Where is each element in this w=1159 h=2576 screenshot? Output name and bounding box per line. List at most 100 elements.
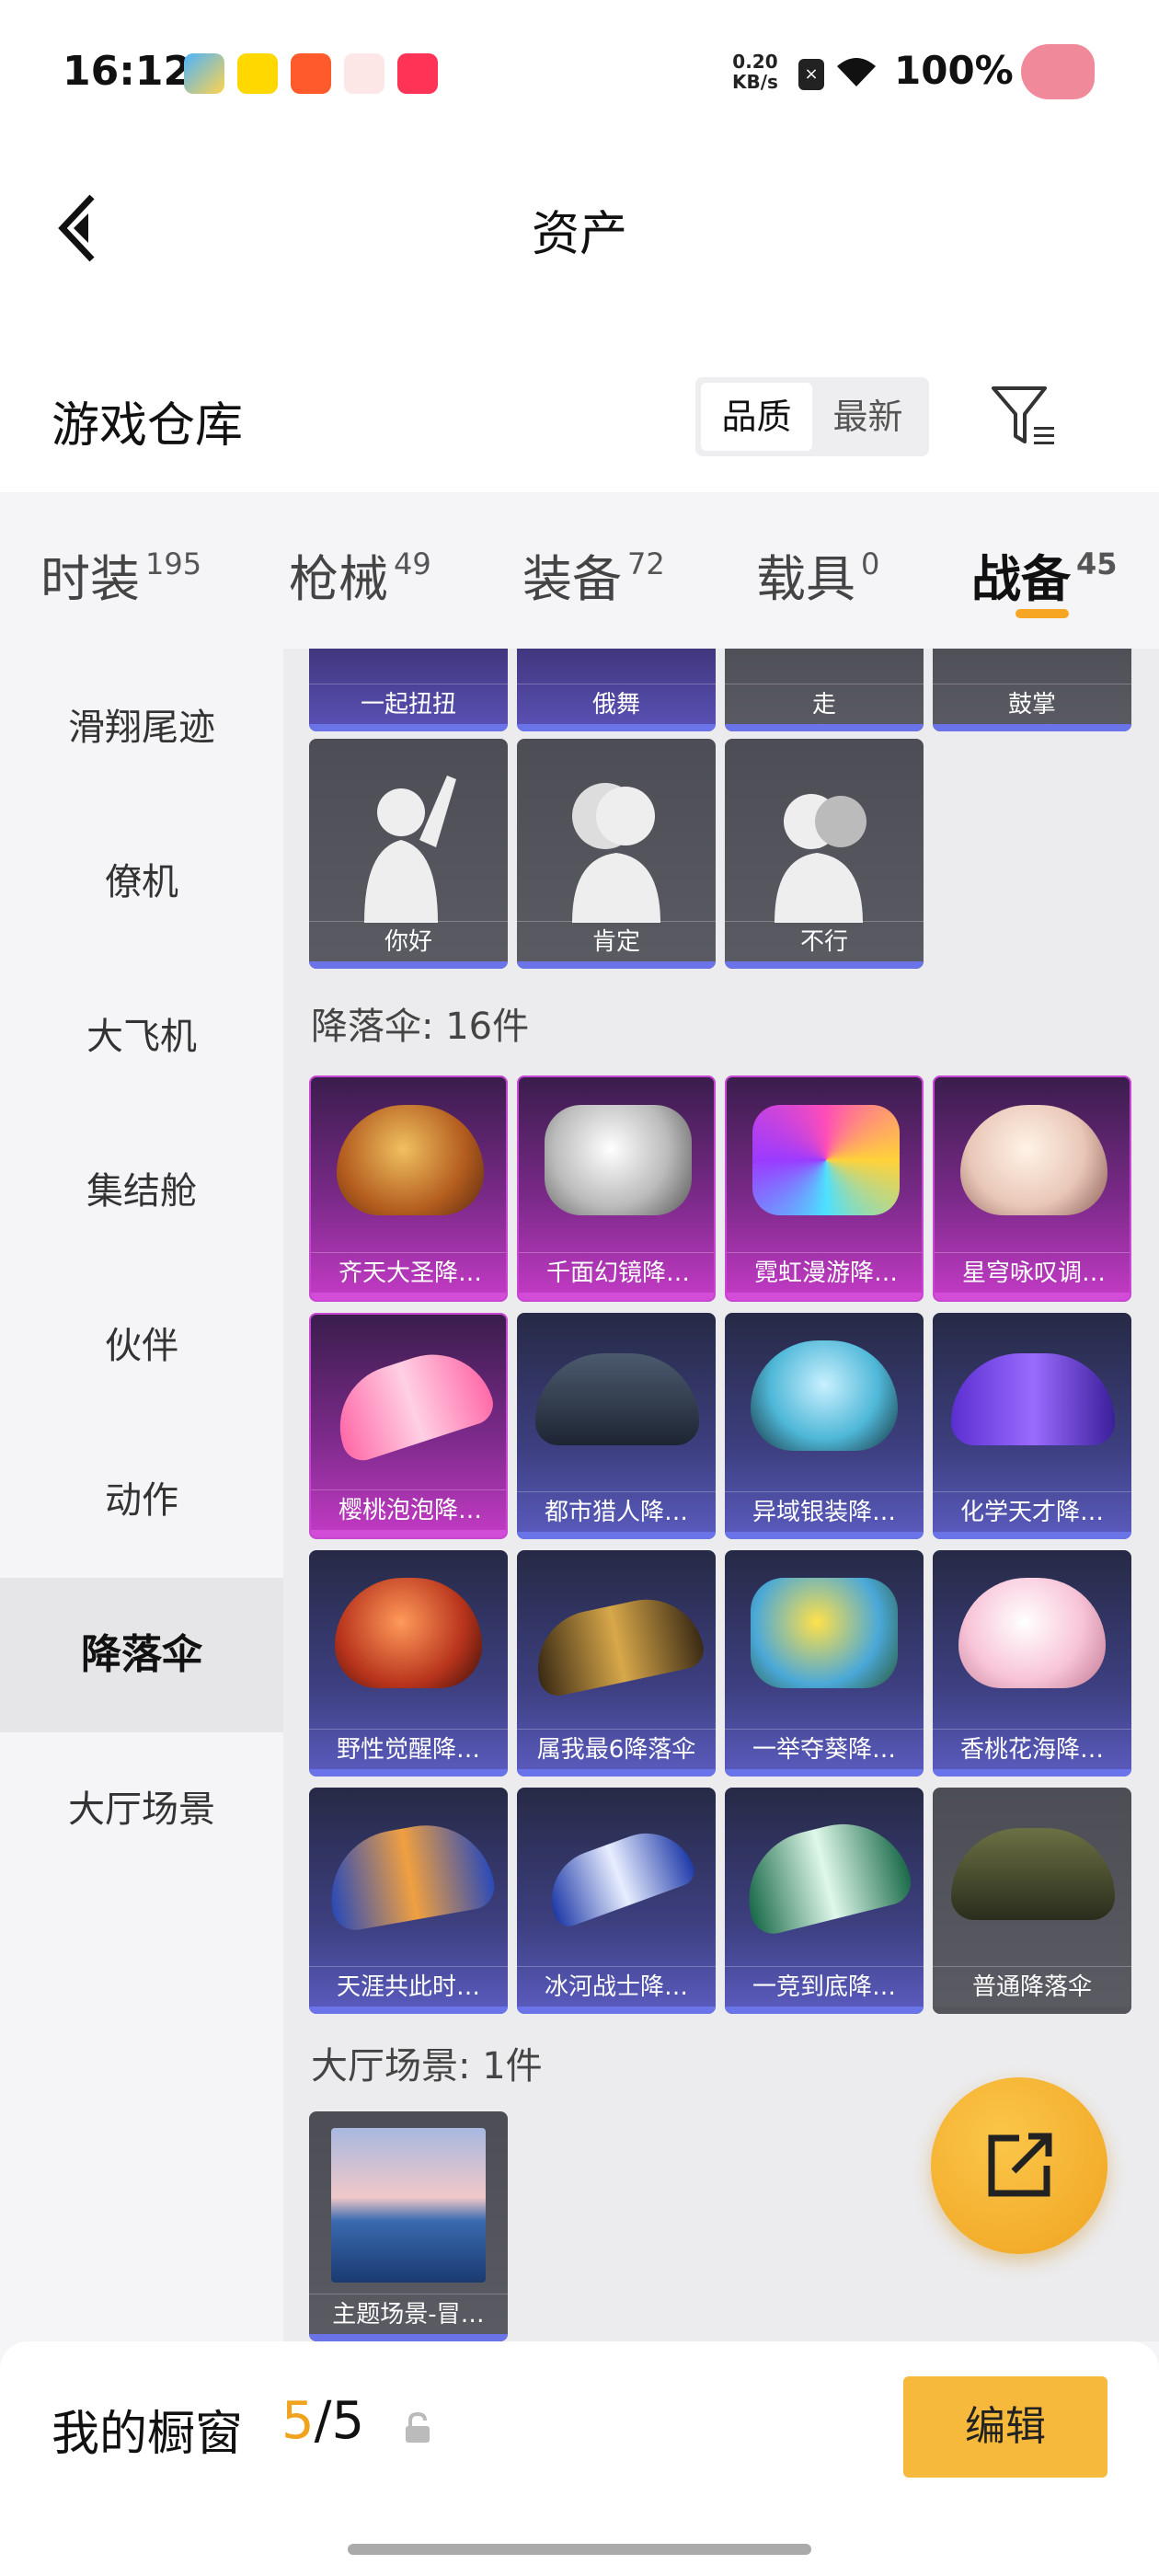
sim-icon: × <box>798 59 824 90</box>
rarity-bar <box>933 1532 1131 1539</box>
sidebar-item-big-plane[interactable]: 大飞机 <box>0 960 283 1114</box>
sidebar-item-wingman[interactable]: 僚机 <box>0 805 283 960</box>
app-notification-icon <box>184 53 224 94</box>
parachute-card[interactable]: 化学天才降… <box>933 1313 1131 1539</box>
tab-equipment[interactable]: 装备 72 <box>522 538 665 611</box>
tab-label: 枪械 <box>289 550 388 608</box>
rarity-bar <box>309 961 508 969</box>
tab-vehicles[interactable]: 载具 0 <box>756 538 879 611</box>
warehouse-header: 游戏仓库 品质 最新 <box>0 340 1159 492</box>
rarity-bar <box>725 724 924 731</box>
parachute-card[interactable]: 天涯共此时… <box>309 1788 508 2014</box>
sidebar-item-actions[interactable]: 动作 <box>0 1423 283 1578</box>
parachute-card[interactable]: 都市猎人降… <box>517 1313 716 1539</box>
parachute-art <box>311 1077 506 1254</box>
sidebar-item-companion[interactable]: 伙伴 <box>0 1269 283 1423</box>
parachute-card[interactable]: 属我最6降落伞 <box>517 1550 716 1777</box>
card-label: 冰河战士降… <box>517 1966 716 2007</box>
parachute-art <box>727 1077 922 1254</box>
parachute-card[interactable]: 霓虹漫游降… <box>725 1075 924 1302</box>
card-label: 星穹咏叹调… <box>935 1252 1130 1293</box>
tab-label: 战备 <box>971 550 1071 608</box>
parachute-card[interactable]: 冰河战士降… <box>517 1788 716 2014</box>
card-label: 普通降落伞 <box>933 1966 1131 2007</box>
tab-combat-gear[interactable]: 战备 45 <box>971 538 1118 611</box>
card-label: 鼓掌 <box>933 684 1131 724</box>
action-card[interactable]: 肯定 <box>517 739 716 969</box>
edit-button[interactable]: 编辑 <box>903 2376 1107 2478</box>
rarity-bar <box>311 1293 506 1300</box>
parachute-card[interactable]: 普通降落伞 <box>933 1788 1131 2014</box>
parachute-card[interactable]: 齐天大圣降… <box>309 1075 508 1302</box>
rarity-bar <box>517 1532 716 1539</box>
card-label: 樱桃泡泡降… <box>311 1489 506 1530</box>
group-title-parachute: 降落伞: 16件 <box>311 1006 530 1048</box>
action-card[interactable]: 一起扭扭 <box>309 649 508 731</box>
app-notification-icon <box>237 53 278 94</box>
action-card[interactable]: 走 <box>725 649 924 731</box>
active-tab-indicator <box>1016 609 1069 618</box>
sidebar-item-parachute[interactable]: 降落伞 <box>0 1578 283 1732</box>
sort-latest-button[interactable]: 最新 <box>812 383 924 451</box>
parachute-art <box>517 1313 716 1493</box>
card-label: 异域银装降… <box>725 1491 924 1532</box>
rarity-bar <box>519 1293 714 1300</box>
showcase-bar: 我的橱窗 5/5 编辑 <box>0 2341 1159 2576</box>
app-notification-icon <box>291 53 331 94</box>
parachute-card[interactable]: 一举夺葵降… <box>725 1550 924 1777</box>
lock-icon <box>403 2411 432 2444</box>
lobby-scene-art <box>309 2111 508 2295</box>
card-label: 肯定 <box>517 921 716 961</box>
parachute-art <box>517 1550 716 1731</box>
card-label: 天涯共此时… <box>309 1966 508 2007</box>
share-icon <box>988 2133 1052 2197</box>
action-card[interactable]: 俄舞 <box>517 649 716 731</box>
parachute-card[interactable]: 香桃花海降… <box>933 1550 1131 1777</box>
battery-level: 100% <box>894 48 1014 93</box>
rarity-bar <box>933 2007 1131 2014</box>
action-card[interactable]: 不行 <box>725 739 924 969</box>
action-art <box>309 739 508 923</box>
net-speed: 0.20 KB/s <box>732 52 778 92</box>
rarity-bar <box>311 1530 506 1537</box>
parachute-art <box>311 1315 506 1491</box>
showcase-count: 5/5 <box>281 2391 364 2451</box>
sort-quality-button[interactable]: 品质 <box>701 383 812 451</box>
parachute-card[interactable]: 一竞到底降… <box>725 1788 924 2014</box>
parachute-card[interactable]: 异域银装降… <box>725 1313 924 1539</box>
app-notification-icon <box>344 53 384 94</box>
card-label: 你好 <box>309 921 508 961</box>
card-label: 主题场景-冒… <box>309 2294 508 2334</box>
lobby-scene-card[interactable]: 主题场景-冒… <box>309 2111 508 2341</box>
rarity-bar <box>309 2007 508 2014</box>
rarity-bar <box>725 1769 924 1777</box>
tab-label: 载具 <box>756 550 855 608</box>
showcase-title: 我的橱窗 <box>52 2407 244 2462</box>
share-button[interactable] <box>931 2077 1107 2254</box>
action-card[interactable]: 鼓掌 <box>933 649 1131 731</box>
tab-label: 装备 <box>522 550 622 608</box>
parachute-card[interactable]: 千面幻镜降… <box>517 1075 716 1302</box>
parachute-card[interactable]: 野性觉醒降… <box>309 1550 508 1777</box>
action-card[interactable]: 你好 <box>309 739 508 969</box>
sidebar-item-lobby-scene[interactable]: 大厅场景 <box>0 1732 283 1887</box>
tab-fashion[interactable]: 时装 195 <box>40 538 201 611</box>
status-time: 16:12 <box>63 48 192 95</box>
card-label: 一起扭扭 <box>309 684 508 724</box>
tab-count: 72 <box>627 546 665 581</box>
parachute-art <box>933 1550 1131 1731</box>
rarity-bar <box>933 1769 1131 1777</box>
parachute-card[interactable]: 星穹咏叹调… <box>933 1075 1131 1302</box>
rarity-bar <box>725 1532 924 1539</box>
filter-icon[interactable] <box>988 381 1061 454</box>
card-label: 都市猎人降… <box>517 1491 716 1532</box>
sidebar-item-assembly-pod[interactable]: 集结舱 <box>0 1114 283 1269</box>
tab-count: 195 <box>145 546 202 581</box>
category-tabs: 时装 195 枪械 49 装备 72 载具 0 战备 45 <box>0 492 1159 649</box>
action-art <box>725 739 924 923</box>
rarity-bar <box>935 1293 1130 1300</box>
sidebar-item-glide-trail[interactable]: 滑翔尾迹 <box>0 650 283 805</box>
parachute-art <box>933 1313 1131 1493</box>
parachute-card[interactable]: 樱桃泡泡降… <box>309 1313 508 1539</box>
tab-firearms[interactable]: 枪械 49 <box>289 538 431 611</box>
